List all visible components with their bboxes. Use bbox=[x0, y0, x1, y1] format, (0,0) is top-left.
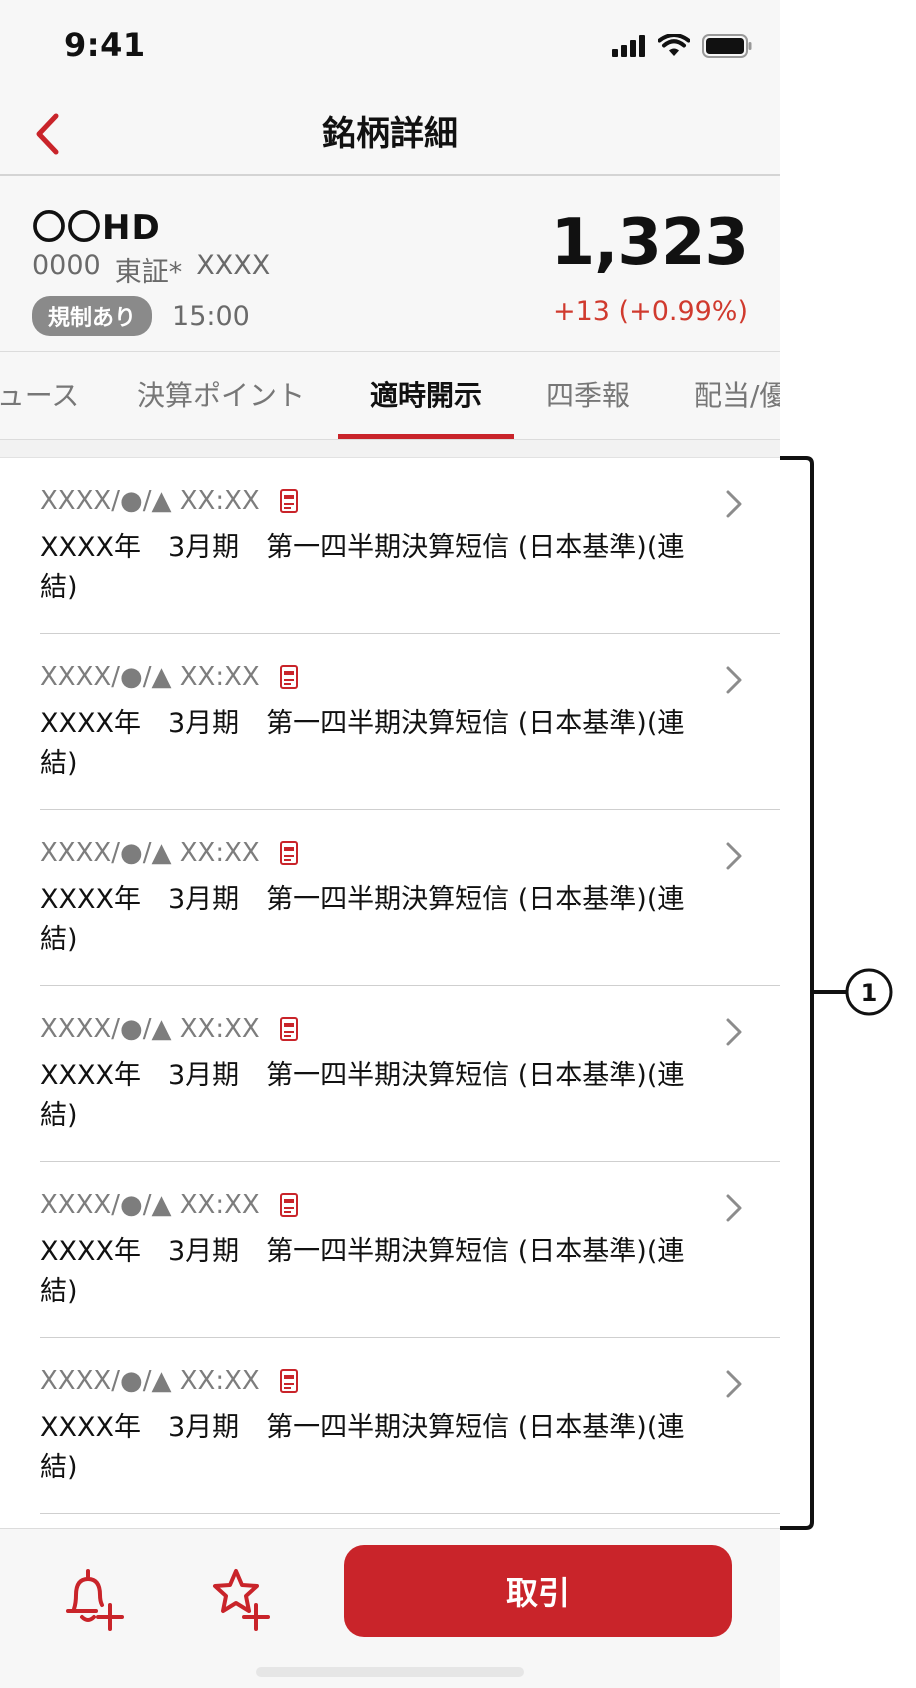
battery-icon bbox=[702, 34, 752, 58]
tab-news[interactable]: ュース bbox=[0, 352, 84, 439]
divider bbox=[40, 1513, 780, 1514]
chevron-right-icon bbox=[716, 486, 752, 522]
item-date-row: XXXX/●/▲ XX:XX bbox=[40, 662, 298, 692]
status-icons bbox=[612, 32, 752, 60]
item-title: XXXX年 3月期 第一四半期決算短信 (日本基準)(連結) bbox=[40, 532, 685, 603]
item-date: XXXX/●/▲ XX:XX bbox=[40, 1366, 260, 1396]
item-date: XXXX/●/▲ XX:XX bbox=[40, 838, 260, 868]
stock-code: 0000 bbox=[32, 250, 101, 281]
annotation-bracket: 1 bbox=[780, 456, 916, 1530]
chevron-right-icon bbox=[716, 1190, 752, 1226]
price-time: 15:00 bbox=[172, 300, 250, 332]
pdf-icon bbox=[279, 665, 298, 689]
item-date-row: XXXX/●/▲ XX:XX bbox=[40, 1014, 298, 1044]
navigation-bar: 銘柄詳細 bbox=[0, 92, 780, 176]
price-change: +13 (+0.99%) bbox=[552, 296, 748, 327]
regulation-badge: 規制あり bbox=[32, 296, 153, 336]
list-item[interactable]: XXXX/●/▲ XX:XX XXXX年 3月期 第一四半期決算短信 (日本基準… bbox=[0, 1338, 780, 1514]
item-date-row: XXXX/●/▲ XX:XX bbox=[40, 1366, 298, 1396]
bell-plus-icon bbox=[66, 1569, 124, 1631]
pdf-icon bbox=[279, 1369, 298, 1393]
chevron-right-icon bbox=[716, 662, 752, 698]
tab-quarterly-report[interactable]: 四季報 bbox=[540, 352, 636, 439]
tab-dividend[interactable]: 配当/優 bbox=[694, 352, 780, 439]
add-favorite-button[interactable] bbox=[206, 1563, 278, 1635]
chevron-right-icon bbox=[716, 1014, 752, 1050]
stock-market: 東証* bbox=[114, 257, 183, 288]
item-date: XXXX/●/▲ XX:XX bbox=[40, 486, 260, 516]
chevron-right-icon bbox=[716, 838, 752, 874]
disclosure-list: XXXX/●/▲ XX:XX XXXX年 3月期 第一四半期決算短信 (日本基準… bbox=[0, 458, 780, 1514]
tab-bar: ュース 決算ポイント 適時開示 四季報 配当/優 bbox=[0, 352, 780, 440]
stock-header: 〇〇HD 0000 東証* XXXX 規制あり 15:00 1,323 +13 … bbox=[0, 176, 780, 352]
pdf-icon bbox=[279, 1017, 298, 1041]
item-title: XXXX年 3月期 第一四半期決算短信 (日本基準)(連結) bbox=[40, 1060, 685, 1131]
signal-icon bbox=[612, 35, 645, 57]
item-date-row: XXXX/●/▲ XX:XX bbox=[40, 838, 298, 868]
item-title: XXXX年 3月期 第一四半期決算短信 (日本基準)(連結) bbox=[40, 1412, 685, 1483]
chevron-right-icon bbox=[716, 1366, 752, 1402]
stock-extra: XXXX bbox=[196, 250, 271, 281]
price-alert-button[interactable] bbox=[58, 1563, 130, 1635]
list-item[interactable]: XXXX/●/▲ XX:XX XXXX年 3月期 第一四半期決算短信 (日本基準… bbox=[0, 1162, 780, 1338]
section-separator bbox=[0, 440, 780, 458]
annotation-label: 1 bbox=[861, 979, 878, 1007]
home-indicator bbox=[256, 1667, 524, 1677]
tab-earnings-points[interactable]: 決算ポイント bbox=[126, 352, 316, 439]
item-date-row: XXXX/●/▲ XX:XX bbox=[40, 1190, 298, 1220]
pdf-icon bbox=[279, 489, 298, 513]
bottom-action-bar: 取引 bbox=[0, 1528, 780, 1688]
page-title: 銘柄詳細 bbox=[322, 114, 458, 154]
stock-meta: 0000 東証* XXXX bbox=[32, 250, 270, 289]
item-date: XXXX/●/▲ XX:XX bbox=[40, 662, 260, 692]
phone-screen: 9:41 銘柄詳細 〇〇HD 0000 東証* XXXX 規制あり 15:00 … bbox=[0, 0, 780, 1688]
pdf-icon bbox=[279, 841, 298, 865]
tab-timely-disclosure[interactable]: 適時開示 bbox=[338, 352, 514, 439]
item-title: XXXX年 3月期 第一四半期決算短信 (日本基準)(連結) bbox=[40, 884, 685, 955]
item-title: XXXX年 3月期 第一四半期決算短信 (日本基準)(連結) bbox=[40, 708, 685, 779]
list-item[interactable]: XXXX/●/▲ XX:XX XXXX年 3月期 第一四半期決算短信 (日本基準… bbox=[0, 810, 780, 986]
stock-name: 〇〇HD bbox=[32, 208, 161, 248]
item-date-row: XXXX/●/▲ XX:XX bbox=[40, 486, 298, 516]
item-title: XXXX年 3月期 第一四半期決算短信 (日本基準)(連結) bbox=[40, 1236, 685, 1307]
list-item[interactable]: XXXX/●/▲ XX:XX XXXX年 3月期 第一四半期決算短信 (日本基準… bbox=[0, 458, 780, 634]
wifi-icon bbox=[658, 34, 690, 56]
item-date: XXXX/●/▲ XX:XX bbox=[40, 1190, 260, 1220]
item-date: XXXX/●/▲ XX:XX bbox=[40, 1014, 260, 1044]
list-item[interactable]: XXXX/●/▲ XX:XX XXXX年 3月期 第一四半期決算短信 (日本基準… bbox=[0, 986, 780, 1162]
status-bar: 9:41 bbox=[0, 0, 780, 92]
status-time: 9:41 bbox=[64, 26, 146, 64]
list-item[interactable]: XXXX/●/▲ XX:XX XXXX年 3月期 第一四半期決算短信 (日本基準… bbox=[0, 634, 780, 810]
badge-row: 規制あり 15:00 bbox=[32, 296, 250, 336]
star-plus-icon bbox=[213, 1569, 270, 1631]
stock-price: 1,323 bbox=[550, 206, 749, 280]
pdf-icon bbox=[279, 1193, 298, 1217]
trade-button[interactable]: 取引 bbox=[344, 1545, 732, 1637]
